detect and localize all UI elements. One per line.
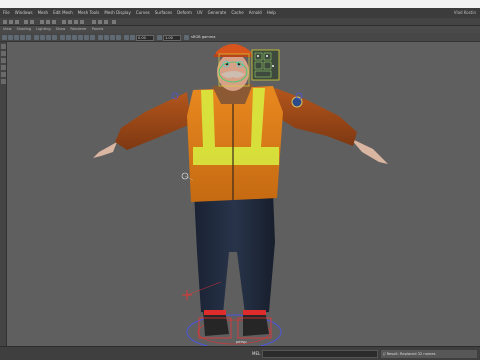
render-icon[interactable] xyxy=(92,20,96,24)
status-line xyxy=(0,18,480,26)
colorspace-dropdown[interactable]: sRGB gamma xyxy=(191,35,215,40)
menu-deform[interactable]: Deform xyxy=(177,8,192,18)
user-name[interactable]: Vlad Kostin xyxy=(454,8,476,18)
textured-icon[interactable] xyxy=(78,35,83,40)
save-scene-icon[interactable] xyxy=(15,20,19,24)
command-result: // Result: Replaced 32 names xyxy=(381,350,477,358)
rotate-tool-icon[interactable] xyxy=(1,72,6,77)
panel-menu-lighting[interactable]: Lighting xyxy=(36,26,51,33)
camera-name-label: persp xyxy=(236,339,247,344)
panel-menu-show[interactable]: Show xyxy=(56,26,66,33)
open-scene-icon[interactable] xyxy=(9,20,13,24)
isolate-select-icon[interactable] xyxy=(124,35,129,40)
viewport-canvas[interactable] xyxy=(7,42,480,346)
panel-menu-panels[interactable]: Panels xyxy=(92,26,104,33)
shadows-icon[interactable] xyxy=(90,35,95,40)
vest-stripe-left xyxy=(201,90,215,147)
paint-select-icon[interactable] xyxy=(1,58,6,63)
depth-of-field-icon[interactable] xyxy=(116,35,121,40)
move-tool-icon[interactable] xyxy=(1,65,6,70)
menu-windows[interactable]: Windows xyxy=(15,8,33,18)
resolution-gate-icon[interactable] xyxy=(40,35,45,40)
ambient-occlusion-icon[interactable] xyxy=(98,35,103,40)
snap-curve-icon[interactable] xyxy=(68,20,72,24)
command-line-bar: MEL // Result: Replaced 32 names xyxy=(0,346,480,360)
image-plane-icon[interactable] xyxy=(20,35,25,40)
scale-tool-icon[interactable] xyxy=(1,79,6,84)
menu-file[interactable]: File xyxy=(3,8,10,18)
panel-menu-renderer[interactable]: Renderer xyxy=(70,26,86,33)
exposure-field[interactable]: 0.00 xyxy=(136,34,154,41)
grid-icon[interactable] xyxy=(26,35,31,40)
menu-generate[interactable]: Generate xyxy=(208,8,227,18)
menu-mesh-display[interactable]: Mesh Display xyxy=(104,8,131,18)
ipr-render-icon[interactable] xyxy=(98,20,102,24)
menu-help[interactable]: Help xyxy=(267,8,276,18)
motion-blur-icon[interactable] xyxy=(104,35,109,40)
panel-menubar: View Shading Lighting Show Renderer Pane… xyxy=(0,26,480,33)
select-component-icon[interactable] xyxy=(52,20,56,24)
anti-aliasing-icon[interactable] xyxy=(110,35,115,40)
menu-curves[interactable]: Curves xyxy=(136,8,150,18)
title-bar xyxy=(0,0,480,8)
right-hand xyxy=(350,138,388,164)
perspective-viewport[interactable]: persp xyxy=(7,42,480,346)
menu-mesh[interactable]: Mesh xyxy=(38,8,49,18)
wireframe-on-shaded-icon[interactable] xyxy=(72,35,77,40)
new-scene-icon[interactable] xyxy=(3,20,7,24)
color-management-icon[interactable] xyxy=(184,35,189,40)
xray-icon[interactable] xyxy=(130,35,135,40)
select-hierarchy-icon[interactable] xyxy=(40,20,44,24)
redo-icon[interactable] xyxy=(30,20,34,24)
right-shoe xyxy=(243,310,269,336)
pants xyxy=(194,192,275,314)
face-control-panel[interactable] xyxy=(251,49,280,81)
vest-stripe-horizontal xyxy=(193,147,279,165)
command-language-toggle[interactable]: MEL xyxy=(252,350,260,358)
menu-arnold[interactable]: Arnold xyxy=(249,8,262,18)
render-settings-icon[interactable] xyxy=(104,20,108,24)
left-hand xyxy=(93,142,117,158)
camera-select-icon[interactable] xyxy=(2,35,7,40)
use-all-lights-icon[interactable] xyxy=(84,35,89,40)
snap-point-icon[interactable] xyxy=(74,20,78,24)
field-chart-icon[interactable] xyxy=(52,35,57,40)
panel-menu-shading[interactable]: Shading xyxy=(17,26,32,33)
snap-grid-icon[interactable] xyxy=(62,20,66,24)
menu-surfaces[interactable]: Surfaces xyxy=(155,8,172,18)
gamma-field[interactable]: 1.00 xyxy=(163,34,181,41)
gamma-icon[interactable] xyxy=(157,35,162,40)
character-head xyxy=(214,44,253,91)
toolbox xyxy=(0,42,7,346)
panel-menu-view[interactable]: View xyxy=(3,26,12,33)
safe-action-icon[interactable] xyxy=(46,35,51,40)
hypershade-icon[interactable] xyxy=(112,20,116,24)
main-menubar: File Windows Mesh Edit Mesh Mesh Tools M… xyxy=(0,8,480,18)
select-object-icon[interactable] xyxy=(46,20,50,24)
left-sleeve xyxy=(115,92,191,150)
film-gate-icon[interactable] xyxy=(34,35,39,40)
wireframe-icon[interactable] xyxy=(60,35,65,40)
smooth-shade-icon[interactable] xyxy=(66,35,71,40)
menu-cache[interactable]: Cache xyxy=(231,8,243,18)
bookmark-icon[interactable] xyxy=(14,35,19,40)
undo-icon[interactable] xyxy=(24,20,28,24)
panel-toolbar: 0.00 1.00 sRGB gamma xyxy=(0,33,480,42)
select-tool-icon[interactable] xyxy=(1,44,6,49)
snap-surface-icon[interactable] xyxy=(80,20,84,24)
command-input[interactable] xyxy=(262,350,378,358)
lasso-tool-icon[interactable] xyxy=(1,51,6,56)
menu-uv[interactable]: UV xyxy=(197,8,203,18)
maya-window: File Windows Mesh Edit Mesh Mesh Tools M… xyxy=(0,0,480,360)
camera-attributes-icon[interactable] xyxy=(8,35,13,40)
left-shoe xyxy=(203,310,229,336)
menu-edit-mesh[interactable]: Edit Mesh xyxy=(53,8,73,18)
menu-mesh-tools[interactable]: Mesh Tools xyxy=(78,8,100,18)
